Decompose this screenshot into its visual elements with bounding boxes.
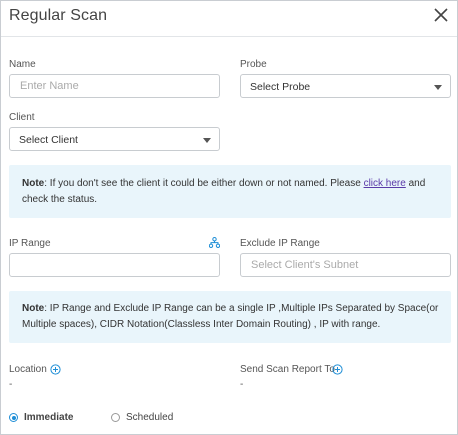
send-report-value: -	[240, 379, 244, 390]
dialog-header: Regular Scan	[1, 1, 457, 37]
dialog-title: Regular Scan	[9, 7, 108, 24]
client-select-value: Select Client	[19, 134, 78, 146]
client-note: Note: If you don't see the client it cou…	[9, 165, 451, 218]
regular-scan-dialog: Regular Scan Name Probe Select Probe Cli…	[0, 0, 458, 435]
close-icon[interactable]	[432, 6, 450, 24]
name-input[interactable]	[9, 74, 220, 98]
ip-range-input[interactable]	[9, 253, 220, 277]
immediate-radio[interactable]	[9, 413, 18, 422]
chevron-down-icon	[434, 85, 442, 90]
ip-range-label: IP Range	[9, 238, 51, 249]
note-prefix: Note	[22, 303, 45, 314]
probe-select[interactable]: Select Probe	[240, 74, 451, 98]
note-text: : If you don't see the client it could b…	[44, 178, 364, 189]
note-prefix: Note	[22, 178, 45, 189]
click-here-link[interactable]: click here	[364, 178, 406, 189]
send-report-label: Send Scan Report To	[240, 364, 335, 375]
probe-label: Probe	[240, 59, 267, 70]
client-select[interactable]: Select Client	[9, 127, 220, 151]
scheduled-label[interactable]: Scheduled	[126, 412, 173, 423]
note-text: : IP Range and Exclude IP Range can be a…	[22, 303, 439, 330]
location-label: Location	[9, 364, 47, 375]
network-icon[interactable]	[209, 237, 220, 248]
scheduled-radio[interactable]	[111, 413, 120, 422]
exclude-ip-range-input[interactable]	[240, 253, 451, 277]
exclude-ip-range-label: Exclude IP Range	[240, 238, 320, 249]
client-label: Client	[9, 112, 35, 123]
chevron-down-icon	[203, 138, 211, 143]
add-recipient-icon[interactable]	[332, 364, 343, 375]
add-location-icon[interactable]	[50, 364, 61, 375]
ip-range-note: Note: IP Range and Exclude IP Range can …	[9, 291, 451, 343]
name-label: Name	[9, 59, 36, 70]
location-value: -	[9, 379, 13, 390]
immediate-label[interactable]: Immediate	[24, 412, 73, 423]
probe-select-value: Select Probe	[250, 81, 311, 93]
